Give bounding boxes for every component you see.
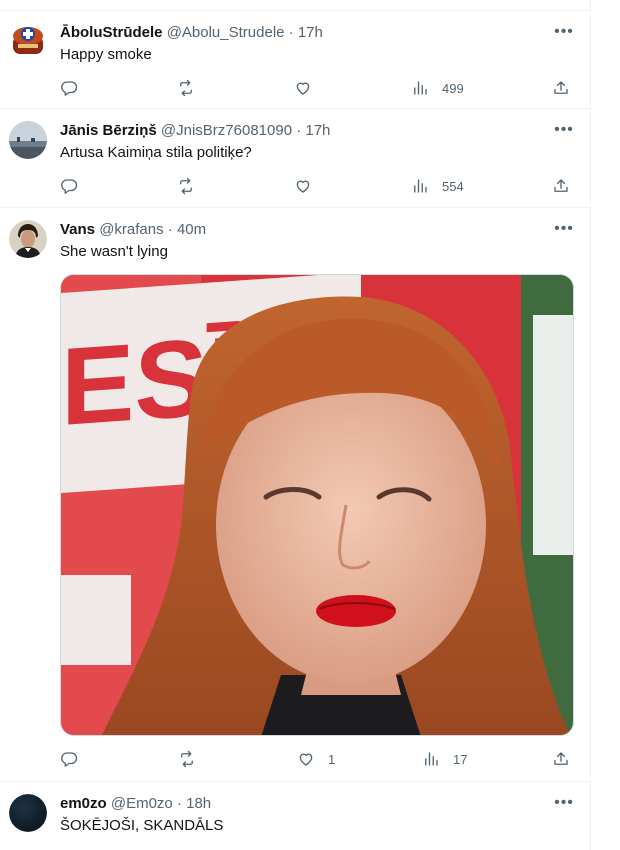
views-icon [422,750,440,768]
views-count: 17 [453,751,468,767]
avatar[interactable] [9,22,47,60]
avatar[interactable] [9,794,47,832]
reply-button[interactable] [60,78,78,98]
more-icon[interactable]: ••• [554,221,574,242]
display-name[interactable]: em0zo [60,795,107,812]
separator-dot: · [296,122,302,139]
views-count: 499 [442,80,464,96]
timestamp[interactable]: 17h [305,122,330,139]
views-icon [411,79,429,97]
share-icon [552,79,570,97]
views-icon [411,177,429,195]
tweet-media-image[interactable]: ESĪV [60,274,574,736]
display-name[interactable]: Jānis Bērziņš [60,122,157,139]
like-button[interactable]: 1 [297,749,335,769]
retweet-button[interactable] [178,749,196,769]
share-button[interactable] [552,78,570,98]
tweet-text: ŠOKĒJOŠI, SKANDĀLS [60,817,224,834]
more-icon[interactable]: ••• [554,795,574,816]
heart-icon [297,750,315,768]
retweet-button[interactable] [177,176,195,196]
photo-woman-red-hair: ESĪV [61,275,573,735]
timeline-feed: ĀboluStrūdele @Abolu_Strudele · 17h ••• … [0,0,591,850]
reply-button[interactable] [60,176,78,196]
reply-icon [60,79,78,97]
display-name[interactable]: ĀboluStrūdele [60,24,163,41]
user-handle[interactable]: @Em0zo [111,795,173,812]
retweet-icon [178,750,196,768]
separator-dot: · [288,24,294,41]
share-button[interactable] [552,749,570,769]
tweet-text: Happy smoke [60,46,152,63]
separator-dot: · [167,221,173,238]
tweet-text: She wasn't lying [60,243,168,260]
share-button[interactable] [552,176,570,196]
views-button[interactable]: 554 [411,176,464,196]
tweet-header: Jānis Bērziņš @JnisBrz76081090 · 17h [60,121,330,141]
views-button[interactable]: 17 [422,749,467,769]
more-icon[interactable]: ••• [554,24,574,45]
views-button[interactable]: 499 [411,78,464,98]
tweet-actions: 1 17 [60,749,574,769]
tweet-actions: 499 [60,78,574,98]
tweet-text: Artusa Kaimiņa stila politiķe? [60,144,252,161]
like-button[interactable] [294,78,312,98]
reply-icon [60,750,78,768]
user-handle[interactable]: @krafans [99,221,163,238]
retweet-icon [177,177,195,195]
tweet[interactable]: Vans @krafans · 40m ••• She wasn't lying [0,208,590,782]
user-handle[interactable]: @Abolu_Strudele [167,24,285,41]
heart-icon [294,177,312,195]
share-icon [552,750,570,768]
more-icon[interactable]: ••• [554,122,574,143]
tweet-header: Vans @krafans · 40m [60,220,206,240]
timestamp[interactable]: 18h [186,795,211,812]
likes-count: 1 [328,751,336,767]
previous-tweet-divider [0,0,590,11]
retweet-button[interactable] [177,78,195,98]
avatar[interactable] [9,121,47,159]
reply-icon [60,177,78,195]
views-count: 554 [442,178,464,194]
retweet-icon [177,79,195,97]
tweet[interactable]: ĀboluStrūdele @Abolu_Strudele · 17h ••• … [0,11,590,109]
reply-button[interactable] [60,749,78,769]
tweet-header: ĀboluStrūdele @Abolu_Strudele · 17h [60,23,323,43]
heart-icon [294,79,312,97]
tweet-header: em0zo @Em0zo · 18h [60,794,211,814]
timestamp[interactable]: 40m [177,221,206,238]
tweet[interactable]: em0zo @Em0zo · 18h ••• ŠOKĒJOŠI, SKANDĀL… [0,782,590,850]
like-button[interactable] [294,176,312,196]
tweet-actions: 554 [60,176,574,196]
timestamp[interactable]: 17h [298,24,323,41]
display-name[interactable]: Vans [60,221,95,238]
tweet[interactable]: Jānis Bērziņš @JnisBrz76081090 · 17h •••… [0,109,590,208]
avatar[interactable] [9,220,47,258]
user-handle[interactable]: @JnisBrz76081090 [161,122,292,139]
separator-dot: · [176,795,182,812]
share-icon [552,177,570,195]
